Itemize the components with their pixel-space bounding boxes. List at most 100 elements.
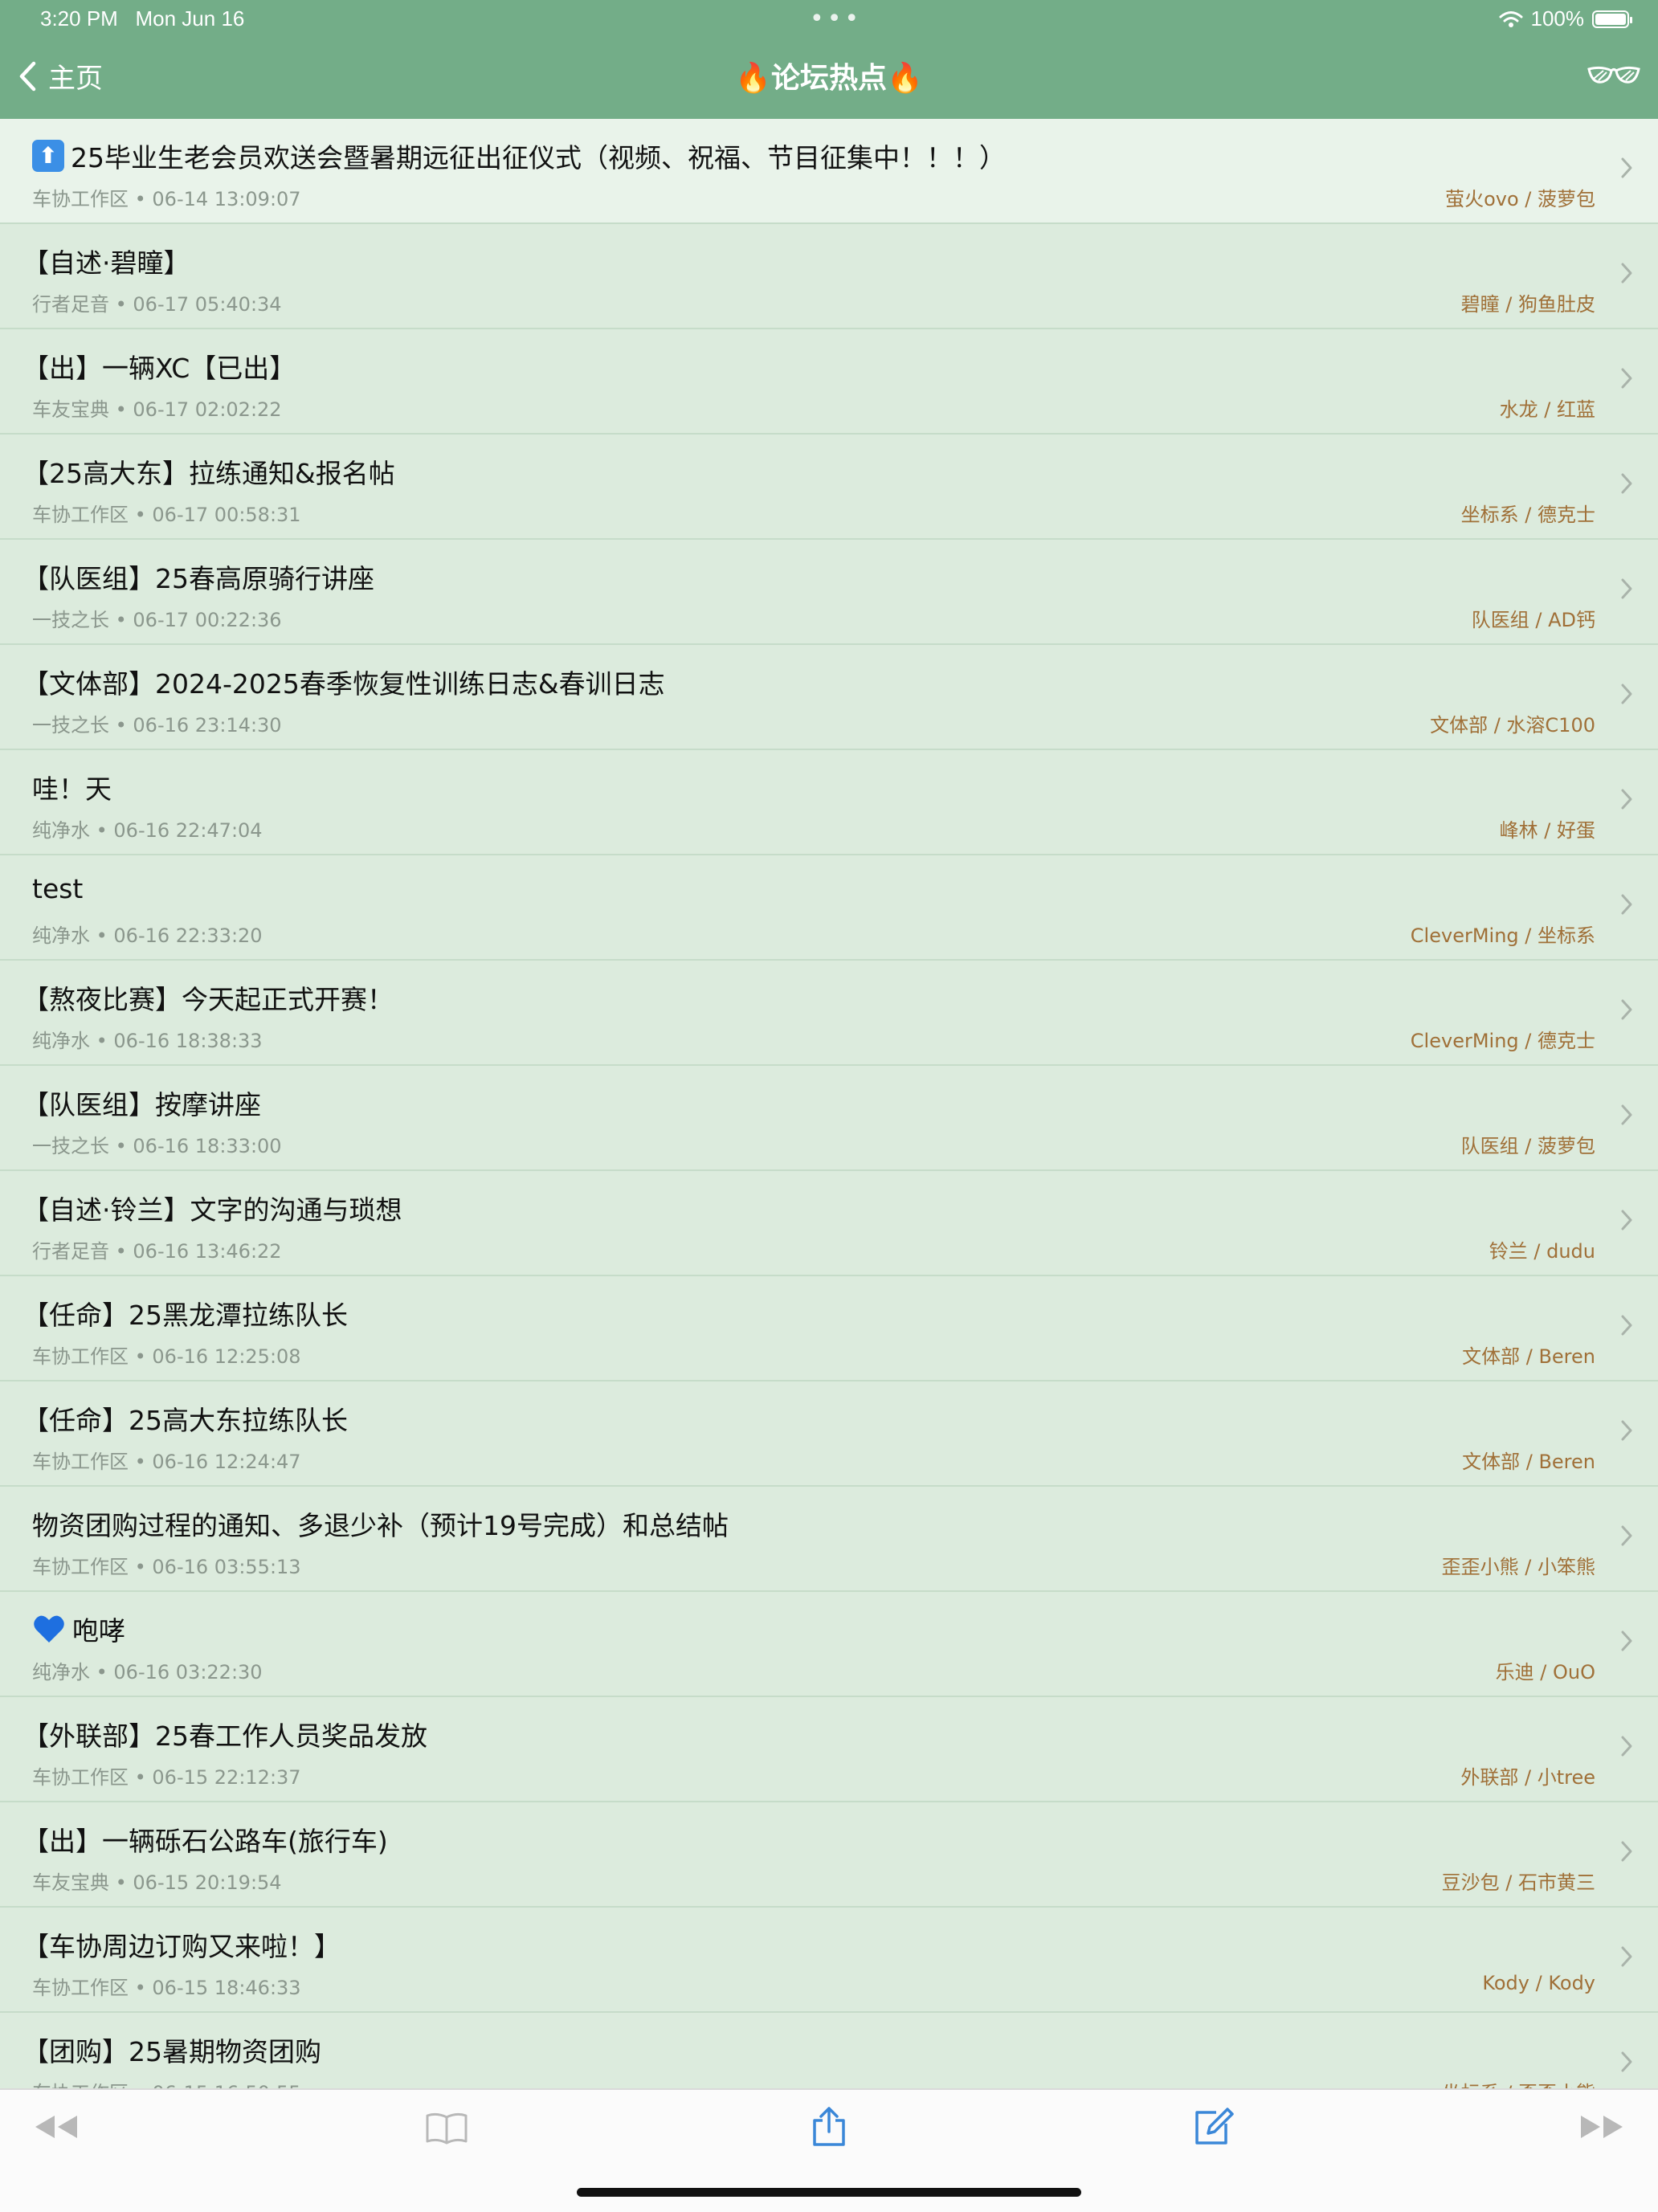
topic-row[interactable]: 哇！天 纯净水 • 06-16 22:47:04 峰林 / 好蛋 bbox=[0, 750, 1658, 855]
fire-icon: 🔥 bbox=[735, 62, 771, 95]
topic-row[interactable]: ⬆ 25毕业生老会员欢送会暨暑期远征出征仪式（视频、祝福、节目征集中！！！） 车协工… bbox=[0, 119, 1658, 224]
topic-title: 【队医组】25春高原骑行讲座 bbox=[22, 557, 374, 596]
clock: 3:20 PM bbox=[40, 6, 118, 31]
topic-authors: CleverMing / 坐标系 bbox=[1410, 924, 1595, 947]
topic-title: 【熬夜比赛】今天起正式开赛！ bbox=[22, 978, 394, 1017]
topic-row[interactable]: 【25高大东】拉练通知&报名帖车协工作区 • 06-17 00:58:31 坐标系… bbox=[0, 435, 1658, 540]
battery-icon bbox=[1592, 10, 1632, 28]
status-indicators: 100% bbox=[1499, 6, 1632, 31]
chevron-right-icon bbox=[1621, 1736, 1632, 1757]
topic-title-text: 【熬夜比赛】今天起正式开赛！ bbox=[22, 984, 394, 1015]
topic-meta: 一技之长 • 06-16 23:14:30 bbox=[32, 714, 282, 737]
topic-row[interactable]: 【自述·铃兰】文字的沟通与琐想行者足音 • 06-16 13:46:22 铃兰 /… bbox=[0, 1171, 1658, 1276]
topic-meta: 行者足音 • 06-16 13:46:22 bbox=[32, 1240, 282, 1263]
book-icon bbox=[426, 2112, 468, 2145]
topic-title-text: 【出】一辆砾石公路车(旅行车) bbox=[22, 1826, 388, 1857]
topic-meta: 车协工作区 • 06-16 12:25:08 bbox=[32, 1345, 301, 1368]
wifi-icon bbox=[1499, 10, 1522, 27]
topic-row[interactable]: 咆哮 纯净水 • 06-16 03:22:30 乐迪 / OuO bbox=[0, 1592, 1658, 1697]
topic-row[interactable]: 【团购】25暑期物资团购车协工作区 • 06-15 16:50:55 坐标系 / … bbox=[0, 2013, 1658, 2088]
topic-title-text: 【25高大东】拉练通知&报名帖 bbox=[22, 458, 395, 489]
chevron-right-icon bbox=[1621, 263, 1632, 284]
home-indicator bbox=[577, 2188, 1081, 2197]
topic-title: 【车协周边订购又来啦！】 bbox=[22, 1925, 341, 1964]
topic-title: 【自述·铃兰】文字的沟通与琐想 bbox=[22, 1189, 402, 1227]
topic-authors: 碧瞳 / 狗鱼肚皮 bbox=[1460, 293, 1595, 316]
chevron-right-icon bbox=[1621, 1525, 1632, 1546]
topic-title-text: 【外联部】25春工作人员奖品发放 bbox=[22, 1720, 427, 1752]
chevron-right-icon bbox=[1621, 2051, 1632, 2072]
topic-authors: 坐标系 / 德克士 bbox=[1460, 504, 1595, 526]
topic-title: 【自述·碧瞳】 bbox=[22, 242, 190, 280]
topic-authors: 文体部 / 水溶C100 bbox=[1430, 714, 1595, 737]
topic-title: 【团购】25暑期物资团购 bbox=[22, 2030, 321, 2069]
topic-row[interactable]: 【出】一辆XC【已出】 车友宝典 • 06-17 02:02:22 水龙 / 红蓝 bbox=[0, 329, 1658, 435]
topic-authors: 铃兰 / dudu bbox=[1489, 1240, 1595, 1263]
chevron-right-icon bbox=[1621, 1104, 1632, 1125]
bottom-toolbar bbox=[0, 2088, 1658, 2212]
topic-row[interactable]: 【文体部】2024-2025春季恢复性训练日志&春训日志一技之长 • 06-16… bbox=[0, 645, 1658, 750]
topic-row[interactable]: test 纯净水 • 06-16 22:33:20 CleverMing / 坐标系 bbox=[0, 855, 1658, 961]
reader-mode-button[interactable] bbox=[1586, 61, 1642, 92]
page-title-text: 论坛热点 bbox=[770, 62, 887, 95]
topic-title-text: 【队医组】25春高原骑行讲座 bbox=[22, 563, 374, 594]
topic-meta: 车协工作区 • 06-15 22:12:37 bbox=[32, 1766, 301, 1789]
topic-meta: 行者足音 • 06-17 05:40:34 bbox=[32, 293, 282, 316]
chevron-right-icon bbox=[1621, 1630, 1632, 1651]
rewind-icon bbox=[35, 2116, 77, 2138]
topic-title-text: 【出】一辆XC【已出】 bbox=[22, 353, 296, 384]
topic-title: 【出】一辆砾石公路车(旅行车) bbox=[22, 1820, 388, 1859]
topic-title-text: 【车协周边订购又来啦！】 bbox=[22, 1931, 341, 1962]
topic-meta: 车协工作区 • 06-17 00:58:31 bbox=[32, 504, 301, 526]
rewind-button[interactable] bbox=[32, 2111, 80, 2146]
navigation-bar: 3:20 PM Mon Jun 16 ••• 100% 主页 🔥论坛热点🔥 bbox=[0, 0, 1658, 119]
topic-title: 【队医组】按摩讲座 bbox=[22, 1084, 261, 1122]
chevron-right-icon bbox=[1621, 1210, 1632, 1230]
topic-authors: 坐标系 / 歪歪小熊 bbox=[1442, 2077, 1595, 2088]
up-arrow-icon: ⬆ bbox=[32, 140, 64, 172]
status-time: 3:20 PM Mon Jun 16 bbox=[40, 6, 244, 31]
topic-row[interactable]: 【出】一辆砾石公路车(旅行车) 车友宝典 • 06-15 20:19:54 豆沙包 … bbox=[0, 1802, 1658, 1908]
topic-title: 物资团购过程的通知、多退少补（预计19号完成）和总结帖 bbox=[32, 1504, 729, 1543]
chevron-right-icon bbox=[1621, 1841, 1632, 1862]
topic-meta: 纯净水 • 06-16 22:47:04 bbox=[32, 819, 263, 842]
topic-meta: 纯净水 • 06-16 18:38:33 bbox=[32, 1030, 263, 1052]
topic-row[interactable]: 【熬夜比赛】今天起正式开赛！ 纯净水 • 06-16 18:38:33 Clever… bbox=[0, 961, 1658, 1066]
topic-title: 【外联部】25春工作人员奖品发放 bbox=[22, 1715, 427, 1753]
topic-title: 哇！天 bbox=[32, 768, 112, 806]
topic-authors: Kody / Kody bbox=[1482, 1972, 1595, 1994]
chevron-right-icon bbox=[1621, 1420, 1632, 1441]
topic-row[interactable]: 【任命】25黑龙潭拉练队长 车协工作区 • 06-16 12:25:08 文体部 /… bbox=[0, 1276, 1658, 1381]
date: Mon Jun 16 bbox=[135, 6, 245, 31]
topic-meta: 一技之长 • 06-17 00:22:36 bbox=[32, 609, 282, 631]
topic-authors: 水龙 / 红蓝 bbox=[1499, 398, 1595, 421]
chevron-right-icon bbox=[1621, 684, 1632, 704]
topic-list: ⬆ 25毕业生老会员欢送会暨暑期远征出征仪式（视频、祝福、节目征集中！！！） 车协工… bbox=[0, 119, 1658, 2088]
topic-title: 【文体部】2024-2025春季恢复性训练日志&春训日志 bbox=[22, 663, 665, 701]
topic-meta: 车协工作区 • 06-16 03:55:13 bbox=[32, 1556, 301, 1578]
topic-row[interactable]: 【自述·碧瞳】行者足音 • 06-17 05:40:34 碧瞳 / 狗鱼肚皮 bbox=[0, 224, 1658, 329]
share-button[interactable] bbox=[810, 2106, 848, 2151]
topic-authors: 萤火ovo / 菠萝包 bbox=[1445, 188, 1595, 210]
topic-authors: 歪歪小熊 / 小笨熊 bbox=[1441, 1556, 1595, 1578]
compose-button[interactable] bbox=[1192, 2106, 1234, 2151]
topic-title-text: 物资团购过程的通知、多退少补（预计19号完成）和总结帖 bbox=[32, 1510, 729, 1541]
topic-row[interactable]: 【外联部】25春工作人员奖品发放 车协工作区 • 06-15 22:12:37 外联… bbox=[0, 1697, 1658, 1802]
topic-row[interactable]: 【队医组】25春高原骑行讲座 一技之长 • 06-17 00:22:36 队医组 /… bbox=[0, 540, 1658, 645]
topic-row[interactable]: 【队医组】按摩讲座 一技之长 • 06-16 18:33:00 队医组 / 菠萝包 bbox=[0, 1066, 1658, 1171]
chevron-right-icon bbox=[1621, 473, 1632, 494]
topic-title: ⬆ 25毕业生老会员欢送会暨暑期远征出征仪式（视频、祝福、节目征集中！！！） bbox=[32, 137, 1006, 175]
topic-authors: CleverMing / 德克士 bbox=[1410, 1030, 1595, 1052]
topic-title-text: 【任命】25高大东拉练队长 bbox=[22, 1405, 348, 1436]
multitasking-dots-icon[interactable]: ••• bbox=[810, 5, 862, 33]
topic-row[interactable]: 【任命】25高大东拉练队长 车协工作区 • 06-16 12:24:47 文体部 /… bbox=[0, 1381, 1658, 1487]
topic-meta: 纯净水 • 06-16 22:33:20 bbox=[32, 924, 263, 947]
topic-title-text: 【团购】25暑期物资团购 bbox=[22, 2036, 321, 2067]
bookmarks-button[interactable] bbox=[424, 2111, 469, 2149]
glasses-icon bbox=[1587, 66, 1640, 84]
topic-title-text: 【文体部】2024-2025春季恢复性训练日志&春训日志 bbox=[22, 668, 665, 700]
topic-row[interactable]: 物资团购过程的通知、多退少补（预计19号完成）和总结帖车协工作区 • 06-16… bbox=[0, 1487, 1658, 1592]
topic-row[interactable]: 【车协周边订购又来啦！】 车协工作区 • 06-15 18:46:33 Kody /… bbox=[0, 1908, 1658, 2013]
chevron-right-icon bbox=[1621, 789, 1632, 810]
fast-forward-button[interactable] bbox=[1578, 2111, 1626, 2146]
